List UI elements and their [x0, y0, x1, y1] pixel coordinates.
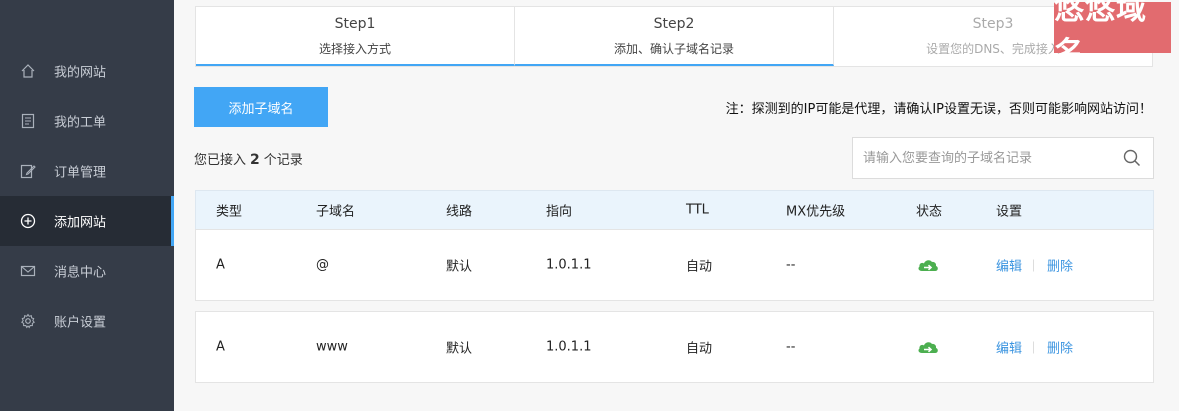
column-header-settings: 设置 [996, 204, 1023, 220]
proxy-notice: 注：探测到的IP可能是代理，请确认IP设置无误，否则可能影响网站访问！ [725, 102, 1152, 117]
cell-type: A [216, 257, 225, 273]
cell-settings: 编辑 删除 [996, 338, 1073, 357]
step-title: Step2 [653, 16, 695, 32]
subdomain-search [852, 137, 1154, 179]
edit-icon [20, 164, 36, 179]
home-icon [21, 64, 35, 78]
sidebar-item-orders[interactable]: 订单管理 [0, 146, 174, 196]
cloud-icon [918, 342, 938, 353]
sidebar-item-label: 账户设置 [54, 315, 107, 331]
column-header-subdomain: 子域名 [316, 204, 356, 220]
cell-line: 默认 [446, 341, 473, 357]
cell-status [916, 339, 940, 355]
add-subdomain-button[interactable]: 添加子域名 [194, 87, 328, 127]
divider [1033, 341, 1035, 354]
search-input[interactable] [863, 138, 1113, 178]
step-2: Step2 添加、确认子域名记录 [515, 7, 834, 66]
record-count-suffix: 个记录 [263, 153, 303, 168]
edit-button[interactable]: 编辑 [996, 260, 1022, 275]
document-icon [21, 113, 35, 129]
sidebar-item-label: 消息中心 [54, 265, 107, 281]
mail-icon [20, 265, 36, 277]
cell-ttl: 自动 [686, 259, 713, 275]
cell-type: A [216, 339, 225, 355]
column-header-line: 线路 [446, 204, 473, 220]
column-header-status: 状态 [916, 204, 943, 220]
delete-button[interactable]: 删除 [1047, 260, 1073, 275]
sidebar-item-my-tickets[interactable]: 我的工单 [0, 96, 174, 146]
sidebar-item-label: 我的工单 [54, 115, 107, 131]
cell-mx-priority: -- [786, 339, 796, 355]
cell-line: 默认 [446, 259, 473, 275]
step-indicator: Step1 选择接入方式 Step2 添加、确认子域名记录 Step3 设置您的… [195, 6, 1153, 67]
step-1: Step1 选择接入方式 [196, 7, 515, 66]
sidebar: 我的网站 我的工单 订单管理 添加网站 消息中心 账户设置 [0, 0, 174, 411]
plus-circle-icon [20, 213, 36, 229]
sidebar-item-label: 添加网站 [54, 215, 107, 231]
cell-status [916, 257, 940, 273]
step-description: 添加、确认子域名记录 [613, 42, 734, 56]
record-count-prefix: 您已接入 [194, 153, 247, 168]
cell-mx-priority: -- [786, 257, 796, 273]
column-header-type[interactable]: 类型 [216, 201, 242, 220]
column-header-mx-priority: MX优先级 [786, 204, 846, 220]
cell-target: 1.0.1.1 [546, 339, 592, 355]
table-row: A @ 默认 1.0.1.1 自动 -- 编辑 删除 [195, 229, 1154, 301]
sidebar-item-account-settings[interactable]: 账户设置 [0, 296, 174, 346]
sidebar-item-add-website[interactable]: 添加网站 [0, 196, 174, 246]
step-description: 选择接入方式 [318, 42, 391, 56]
search-icon[interactable] [1123, 149, 1141, 167]
step-title: Step1 [334, 16, 376, 32]
divider [1033, 259, 1035, 272]
record-count: 您已接入 2 个记录 [194, 149, 303, 168]
cell-subdomain: @ [316, 257, 329, 273]
sidebar-item-label: 我的网站 [54, 65, 107, 81]
sidebar-item-messages[interactable]: 消息中心 [0, 246, 174, 296]
watermark-logo: 悠悠域名 [1054, 0, 1171, 71]
table-header: 类型 子域名 线路 指向 TTL MX优先级 状态 设置 [195, 190, 1154, 230]
cell-target: 1.0.1.1 [546, 257, 592, 273]
cell-ttl: 自动 [686, 341, 713, 357]
delete-button[interactable]: 删除 [1047, 342, 1073, 357]
record-count-value: 2 [250, 152, 260, 168]
sidebar-item-my-websites[interactable]: 我的网站 [0, 46, 174, 96]
column-header-ttl: TTL [686, 202, 709, 218]
column-header-target: 指向 [546, 204, 573, 220]
gear-icon [21, 313, 35, 329]
cloud-icon [918, 260, 938, 271]
sidebar-item-label: 订单管理 [54, 165, 107, 181]
edit-button[interactable]: 编辑 [996, 342, 1022, 357]
table-row: A www 默认 1.0.1.1 自动 -- 编辑 删除 [195, 311, 1154, 383]
cell-subdomain: www [316, 339, 348, 355]
cell-settings: 编辑 删除 [996, 256, 1073, 275]
